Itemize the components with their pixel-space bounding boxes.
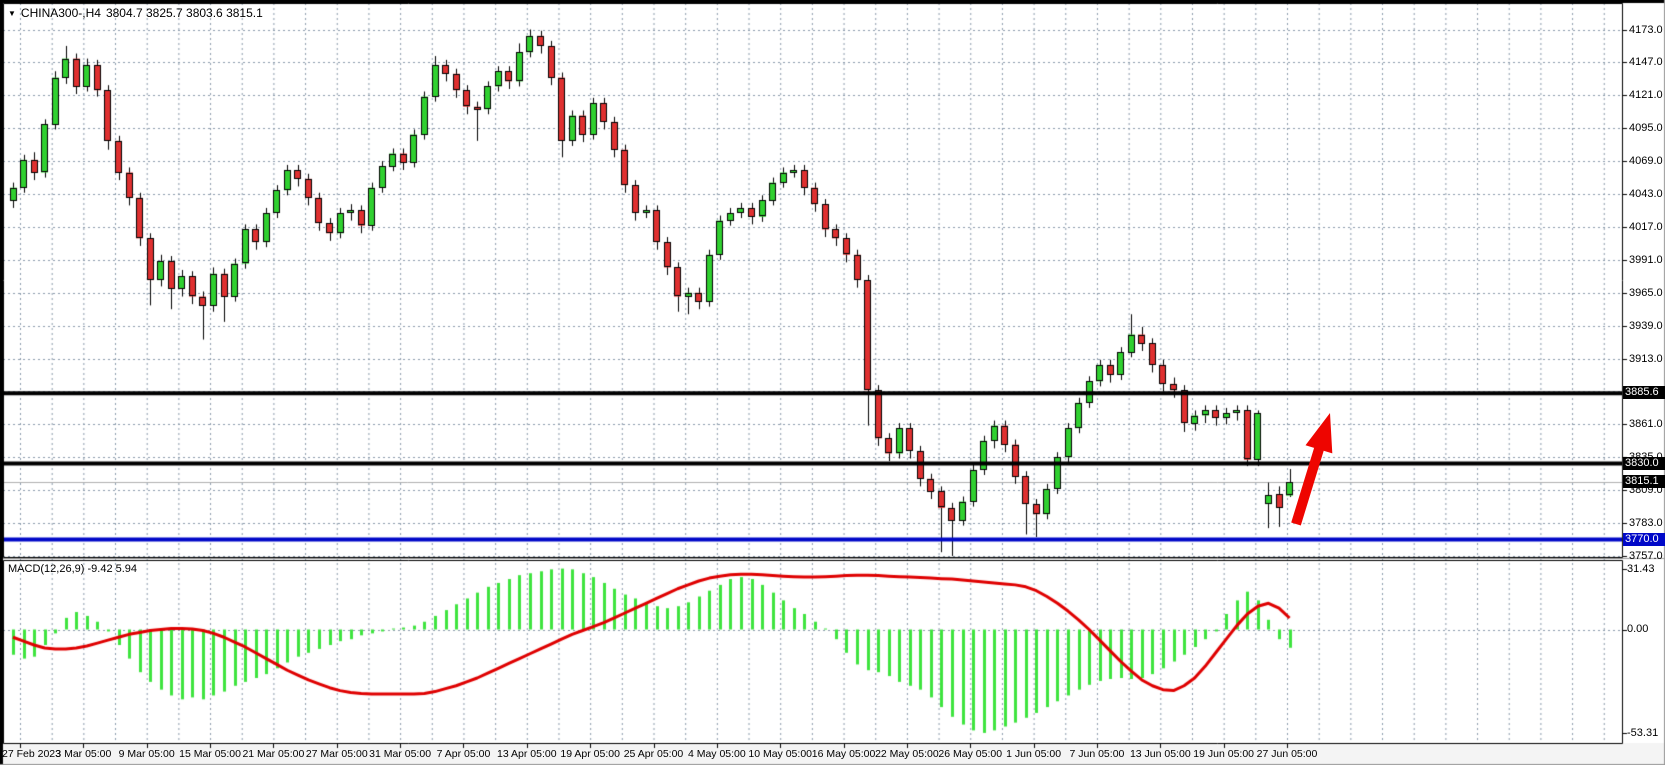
price-tick-label: 3913.0 — [1629, 353, 1663, 365]
symbol-title: ▼ CHINA300-,H4 3804.7 3825.7 3803.6 3815… — [8, 6, 263, 20]
price-tick-label: 3861.0 — [1629, 418, 1663, 430]
price-tick-label: 3783.0 — [1629, 517, 1663, 529]
price-tick-label: 4069.0 — [1629, 155, 1663, 167]
price-axis[interactable]: 4173.0 4147.0 4121.0 4095.0 4069.0 4043.0 4017… — [1623, 0, 1665, 743]
symbol-name: CHINA300-,H4 — [21, 6, 101, 20]
time-tick-label: 7 Jun 05:00 — [1069, 748, 1124, 760]
time-axis[interactable]: 27 Feb 20233 Mar 05:00 9 Mar 05:00 15 Mar … — [0, 744, 1665, 765]
time-tick-label: 25 Apr 05:00 — [624, 748, 684, 760]
price-tick-label: 4017.0 — [1629, 221, 1663, 233]
symbol-dropdown-icon[interactable]: ▼ — [8, 9, 16, 18]
price-tick-label: 3991.0 — [1629, 254, 1663, 266]
time-tick-label: 9 Mar 05:00 — [119, 748, 175, 760]
time-tick-label: 10 May 05:00 — [748, 748, 812, 760]
time-tick-label: 26 May 05:00 — [938, 748, 1002, 760]
time-tick-label: 13 Apr 05:00 — [497, 748, 557, 760]
macd-values: -9.42 5.94 — [87, 563, 137, 575]
price-badge: 3770.0 — [1623, 533, 1665, 546]
time-tick-label: 31 Mar 05:00 — [369, 748, 431, 760]
price-tick-label: 4121.0 — [1629, 89, 1663, 101]
time-tick-label: 21 Mar 05:00 — [242, 748, 304, 760]
time-tick-label: 4 May 05:00 — [688, 748, 746, 760]
time-tick-label: 19 Apr 05:00 — [560, 748, 620, 760]
time-tick-label: 7 Apr 05:00 — [437, 748, 491, 760]
price-tick-label: 4095.0 — [1629, 122, 1663, 134]
time-tick-label: 27 Mar 05:00 — [306, 748, 368, 760]
price-tick-label: 4043.0 — [1629, 188, 1663, 200]
price-badge: 3830.0 — [1623, 457, 1665, 470]
time-tick-label: 13 Jun 05:00 — [1130, 748, 1191, 760]
time-tick-label: 19 Jun 05:00 — [1193, 748, 1254, 760]
macd-name: MACD(12,26,9) — [8, 563, 84, 575]
time-tick-label: 27 Jun 05:00 — [1257, 748, 1318, 760]
time-tick-label: 15 Mar 05:00 — [179, 748, 241, 760]
time-tick-label: 3 Mar 05:00 — [55, 748, 111, 760]
time-tick-label: 16 May 05:00 — [812, 748, 876, 760]
price-chart-canvas[interactable] — [0, 0, 1665, 765]
price-tick-label: 3757.0 — [1629, 550, 1663, 562]
symbol-ohlc-values: 3804.7 3825.7 3803.6 3815.1 — [106, 6, 263, 20]
chart-window: ▼ CHINA300-,H4 3804.7 3825.7 3803.6 3815… — [0, 0, 1665, 765]
price-tick-label: 3939.0 — [1629, 320, 1663, 332]
price-tick-label: 4147.0 — [1629, 56, 1663, 68]
price-tick-label: 3965.0 — [1629, 287, 1663, 299]
price-badge: 3815.1 — [1623, 475, 1665, 488]
time-tick-label: 1 Jun 05:00 — [1006, 748, 1061, 760]
macd-indicator-label: MACD(12,26,9) -9.42 5.94 — [8, 563, 137, 575]
price-tick-label: 4173.0 — [1629, 24, 1663, 36]
time-tick-label: 22 May 05:00 — [875, 748, 939, 760]
price-badge: 3885.6 — [1623, 386, 1665, 399]
time-tick-label: 27 Feb 2023 — [2, 748, 61, 760]
